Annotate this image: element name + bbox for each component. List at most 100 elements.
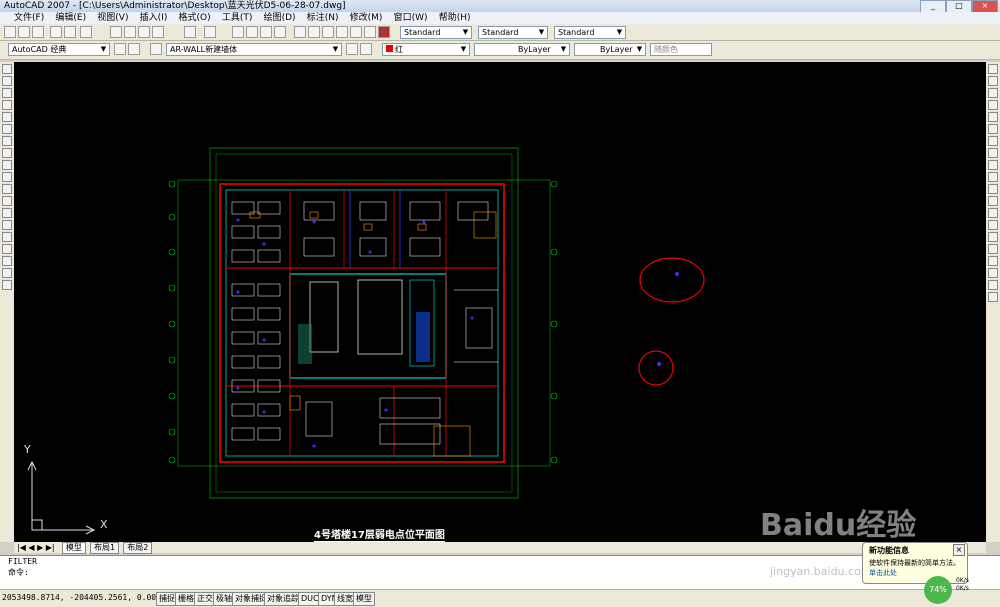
lineweight-combo[interactable]: ByLayer ▼ [574,43,646,56]
properties-icon[interactable] [294,26,306,38]
move-icon[interactable] [988,124,998,134]
stretch-icon[interactable] [988,160,998,170]
extend-icon[interactable] [988,184,998,194]
zoom-previous-icon[interactable] [274,26,286,38]
point-icon[interactable] [2,220,12,230]
workspace-settings-icon[interactable] [114,43,126,55]
erase-icon[interactable] [988,64,998,74]
calculator-icon[interactable] [364,26,376,38]
table-icon[interactable] [2,268,12,278]
undo-icon[interactable] [184,26,196,38]
menu-modify[interactable]: 修改(M) [346,12,387,24]
fillet-icon[interactable] [988,232,998,242]
save-icon[interactable] [32,26,44,38]
print-icon[interactable] [50,26,62,38]
menu-help[interactable]: 帮助(H) [435,12,475,24]
ellipse-arc-icon[interactable] [2,184,12,194]
model-toggle[interactable]: 模型 [353,592,375,606]
multiline-text-icon[interactable] [2,280,12,290]
mirror-icon[interactable] [988,88,998,98]
notification-link[interactable]: 单击此处 [863,568,967,578]
linetype-combo[interactable]: ByLayer ▼ [474,43,570,56]
rotate-icon[interactable] [988,136,998,146]
break-icon[interactable] [988,196,998,206]
tool-palettes-icon[interactable] [322,26,334,38]
layer-combo[interactable]: AR-WALL新建墙体 ▼ [166,43,342,56]
system-monitor[interactable]: 74% [924,576,952,604]
redo-icon[interactable] [204,26,216,38]
chamfer-icon[interactable] [988,220,998,230]
layer-off-icon[interactable] [988,280,998,290]
explode-icon[interactable] [988,244,998,254]
chevron-down-icon: ▼ [616,28,623,36]
layer-previous-icon[interactable] [360,43,372,55]
tab-layout2[interactable]: 布局2 [123,542,153,554]
region-icon[interactable] [2,256,12,266]
zoom-realtime-icon[interactable] [246,26,258,38]
markup-icon[interactable] [350,26,362,38]
close-icon[interactable]: × [953,544,965,556]
menu-format[interactable]: 格式(O) [175,12,215,24]
help-icon[interactable] [378,26,390,38]
otrack-toggle[interactable]: 对象追踪 [264,592,302,606]
revision-cloud-icon[interactable] [2,148,12,158]
tab-nav-icon[interactable]: |◀ ◀ ▶ ▶| [14,543,58,553]
make-block-icon[interactable] [2,208,12,218]
trim-icon[interactable] [988,172,998,182]
menu-dimension[interactable]: 标注(N) [303,12,343,24]
menu-view[interactable]: 视图(V) [93,12,132,24]
paste-icon[interactable] [138,26,150,38]
spline-icon[interactable] [2,160,12,170]
ucs-x-label: X [100,518,108,531]
workspace-combo[interactable]: AutoCAD 经典 ▼ [8,43,110,56]
polyline-icon[interactable] [2,88,12,98]
scale-icon[interactable] [988,148,998,158]
hatch-icon[interactable] [2,232,12,242]
preview-icon[interactable] [64,26,76,38]
menu-insert[interactable]: 插入(I) [136,12,172,24]
rectangle-icon[interactable] [2,112,12,122]
copy-icon[interactable] [124,26,136,38]
dim-style-combo[interactable]: Standard ▼ [478,26,548,39]
drawing-area[interactable]: Y X 4号塔楼17层弱电点位平面图 [14,62,986,542]
menu-window[interactable]: 窗口(W) [390,12,432,24]
menu-draw[interactable]: 绘图(D) [260,12,300,24]
line-icon[interactable] [2,64,12,74]
ellipse-icon[interactable] [2,172,12,182]
plotstyle-combo[interactable]: 随颜色 [650,43,712,56]
make-current-icon[interactable] [346,43,358,55]
join-icon[interactable] [988,208,998,218]
offset-icon[interactable] [988,100,998,110]
tab-layout1[interactable]: 布局1 [90,542,120,554]
layer-iso-icon[interactable] [988,268,998,278]
menu-edit[interactable]: 编辑(E) [51,12,90,24]
draw-order-icon[interactable] [988,256,998,266]
open-icon[interactable] [18,26,30,38]
copy-object-icon[interactable] [988,76,998,86]
polygon-icon[interactable] [2,100,12,110]
tab-model[interactable]: 模型 [61,542,86,554]
array-icon[interactable] [988,112,998,122]
menu-file[interactable]: 文件(F) [0,12,48,24]
zoom-window-icon[interactable] [260,26,272,38]
arc-icon[interactable] [2,124,12,134]
insert-block-icon[interactable] [2,196,12,206]
new-icon[interactable] [4,26,16,38]
gradient-icon[interactable] [2,244,12,254]
design-center-icon[interactable] [308,26,320,38]
menu-tools[interactable]: 工具(T) [218,12,257,24]
table-style-combo[interactable]: Standard ▼ [554,26,626,39]
cut-icon[interactable] [110,26,122,38]
publish-icon[interactable] [80,26,92,38]
pan-icon[interactable] [232,26,244,38]
layer-manager-icon[interactable] [150,43,162,55]
sheet-set-icon[interactable] [336,26,348,38]
layers-toolbar: AutoCAD 经典 ▼ AR-WALL新建墙体 ▼ 红 ▼ ByLayer ▼ ByL… [0,41,1000,60]
text-style-combo[interactable]: Standard ▼ [400,26,472,39]
construction-line-icon[interactable] [2,76,12,86]
workspace-save-icon[interactable] [128,43,140,55]
match-properties-icon[interactable] [152,26,164,38]
layer-freeze-icon[interactable] [988,292,998,302]
color-combo[interactable]: 红 ▼ [382,43,470,56]
circle-icon[interactable] [2,136,12,146]
